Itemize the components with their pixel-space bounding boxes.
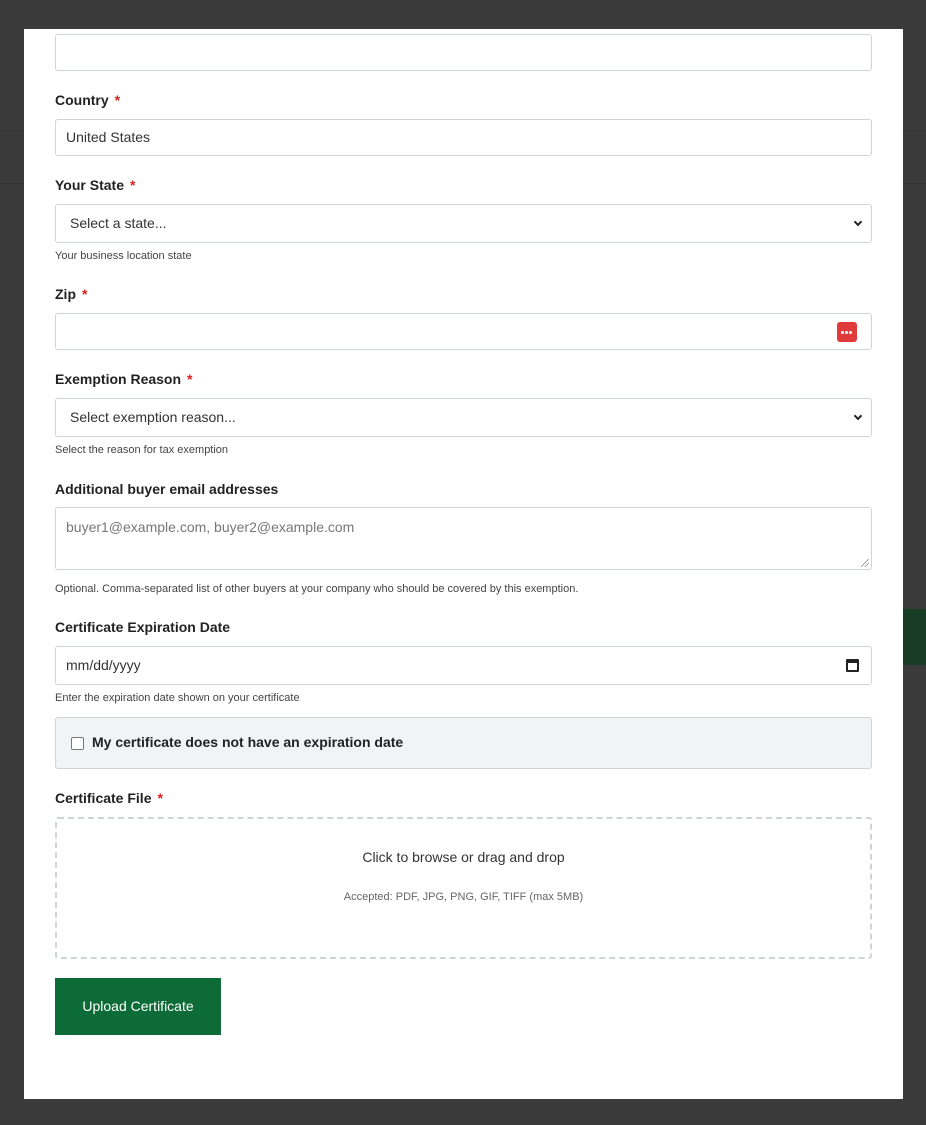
chevron-down-icon [853, 411, 863, 421]
dropzone-instruction: Click to browse or drag and drop [362, 849, 565, 865]
certificate-file-label: Certificate File * [55, 790, 163, 806]
country-label: Country * [55, 92, 121, 108]
additional-emails-label: Additional buyer email addresses [55, 481, 279, 497]
zip-label: Zip * [55, 286, 88, 302]
upload-certificate-button[interactable]: Upload Certificate [55, 978, 221, 1035]
no-expiration-checkbox[interactable] [71, 737, 84, 750]
state-help-text: Your business location state [55, 250, 192, 262]
zip-input[interactable] [55, 313, 872, 350]
state-select-value: Select a state... [70, 215, 167, 231]
additional-emails-textarea[interactable]: buyer1@example.com, buyer2@example.com [55, 507, 872, 570]
additional-emails-placeholder: buyer1@example.com, buyer2@example.com [66, 519, 355, 535]
no-expiration-panel: My certificate does not have an expirati… [55, 717, 872, 769]
state-label: Your State * [55, 177, 136, 193]
password-manager-icon[interactable] [837, 322, 857, 342]
bg-button-fragment [903, 609, 926, 665]
exemption-reason-select[interactable]: Select exemption reason... [55, 398, 872, 437]
expiration-date-help-text: Enter the expiration date shown on your … [55, 692, 300, 704]
resize-handle-icon[interactable] [861, 559, 869, 567]
exemption-reason-select-value: Select exemption reason... [70, 409, 236, 425]
additional-emails-help-text: Optional. Comma-separated list of other … [55, 583, 579, 595]
state-select[interactable]: Select a state... [55, 204, 872, 243]
expiration-date-placeholder: mm/dd/yyyy [66, 657, 141, 673]
exemption-reason-label: Exemption Reason * [55, 371, 193, 387]
calendar-icon[interactable] [846, 659, 859, 672]
upload-certificate-modal: Country * United States Your State * Selec… [24, 29, 903, 1099]
exemption-reason-help-text: Select the reason for tax exemption [55, 444, 229, 456]
expiration-date-input[interactable]: mm/dd/yyyy [55, 646, 872, 685]
chevron-down-icon [853, 217, 863, 227]
country-input[interactable]: United States [55, 119, 872, 156]
dropzone-accepted-types: Accepted: PDF, JPG, PNG, GIF, TIFF (max … [343, 891, 584, 903]
top-text-input[interactable] [55, 34, 872, 71]
no-expiration-label[interactable]: My certificate does not have an expirati… [92, 734, 403, 750]
expiration-date-label: Certificate Expiration Date [55, 619, 231, 635]
certificate-file-dropzone[interactable]: Click to browse or drag and drop Accepte… [55, 817, 872, 959]
